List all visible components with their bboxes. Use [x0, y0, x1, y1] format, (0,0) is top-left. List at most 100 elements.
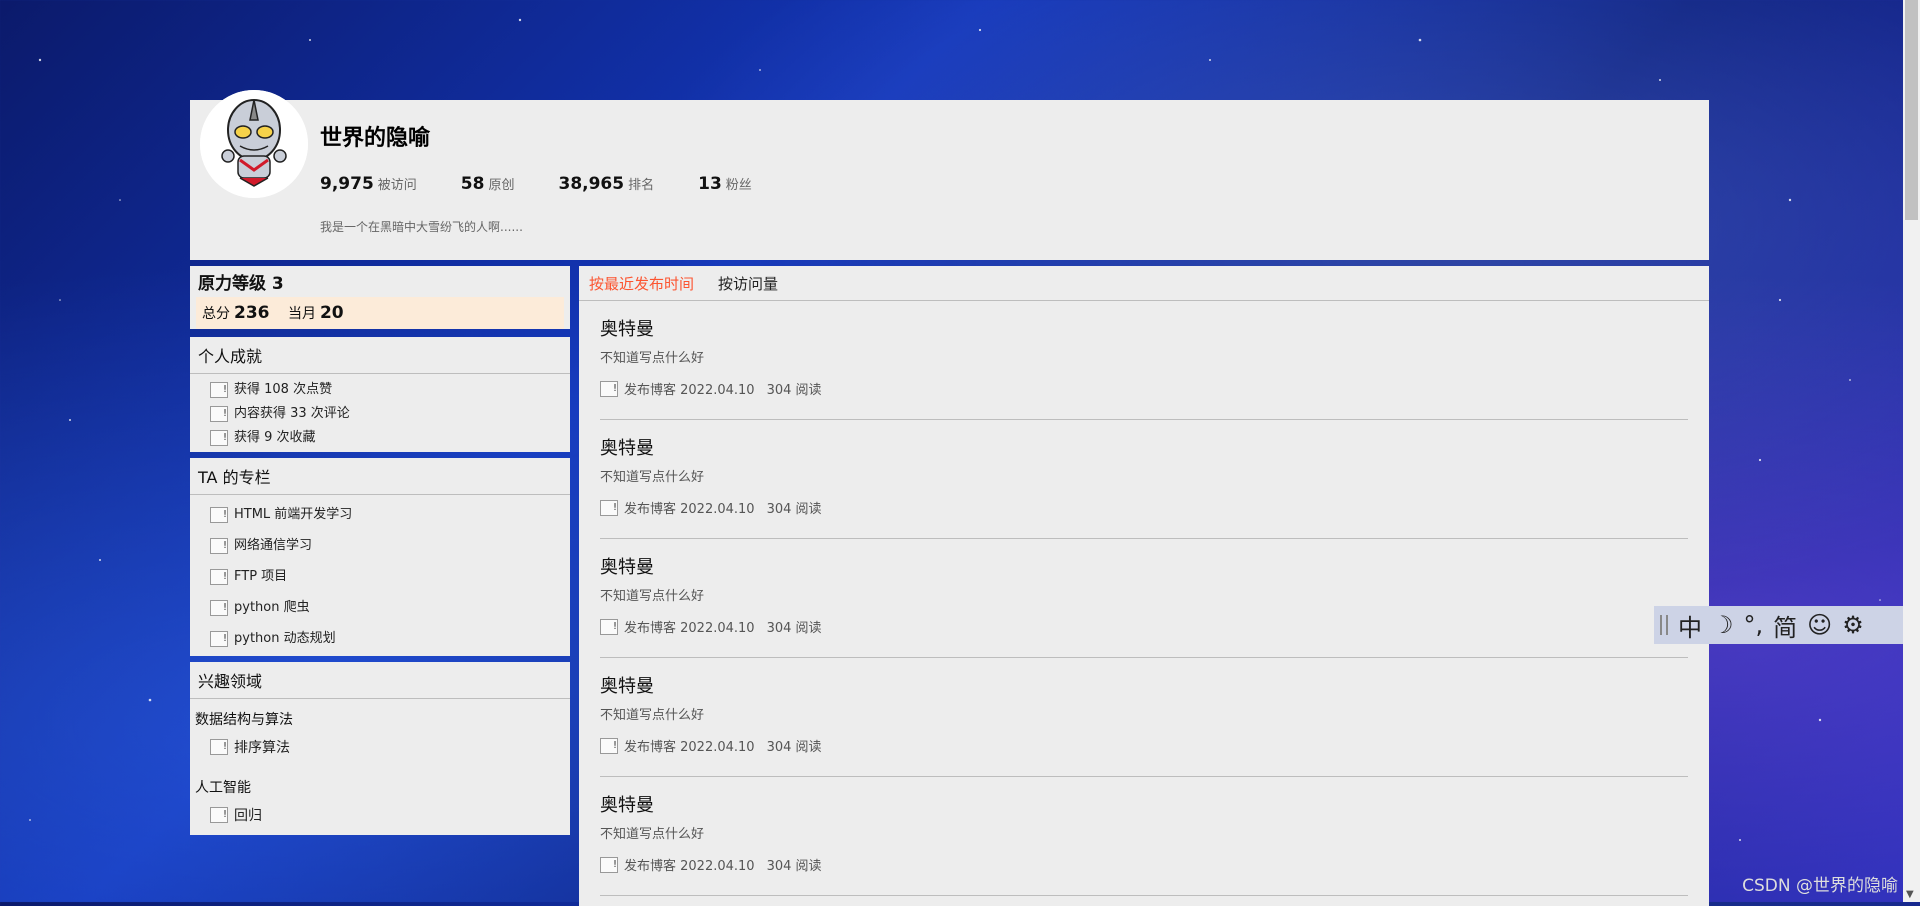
stat-rank[interactable]: 38,965 排名: [558, 174, 654, 194]
total-score-value: 236: [234, 303, 270, 323]
ime-toolbar: 中 ☽ °, 简 ☺ ⚙: [1654, 606, 1920, 644]
moon-icon[interactable]: ☽: [1712, 611, 1734, 639]
post-title[interactable]: 奥特曼: [600, 434, 654, 460]
post-item[interactable]: 奥特曼 不知道写点什么好 ! 发布博客 2022.04.10 304 阅读: [600, 301, 1688, 420]
broken-image-icon: !: [600, 380, 618, 397]
stat-number: 13: [698, 174, 722, 194]
achievement-text: 内容获得 33 次评论: [234, 406, 350, 421]
post-title[interactable]: 奥特曼: [600, 553, 654, 579]
post-reads: 304 阅读: [766, 502, 822, 517]
interest-tag[interactable]: ! 回归: [190, 797, 570, 835]
interest-category: 数据结构与算法: [195, 712, 293, 728]
post-meta: ! 发布博客 2022.04.10 304 阅读: [600, 736, 822, 755]
list-item: ! 获得 9 次收藏: [210, 426, 570, 450]
post-reads: 304 阅读: [766, 383, 822, 398]
force-score-box: 总分 236 当月 20: [196, 297, 564, 329]
gear-icon[interactable]: ⚙: [1842, 611, 1864, 639]
post-title[interactable]: 奥特曼: [600, 315, 654, 341]
stat-visits[interactable]: 9,975 被访问: [320, 174, 417, 194]
post-meta: ! 发布博客 2022.04.10 304 阅读: [600, 498, 822, 517]
post-date: 发布博客 2022.04.10: [624, 859, 755, 874]
achievements-list: ! 获得 108 次点赞 ! 内容获得 33 次评论 ! 获得 9 次收藏: [190, 374, 570, 452]
post-reads: 304 阅读: [766, 621, 822, 636]
broken-image-icon: !: [210, 630, 228, 647]
post-item[interactable]: 奥特曼 不知道写点什么好 ! 发布博客 2022.04.10 304 阅读: [600, 539, 1688, 658]
post-meta: ! 发布博客 2022.04.10 304 阅读: [600, 855, 822, 874]
post-desc: 不知道写点什么好: [600, 589, 705, 604]
columns-list: ! HTML 前端开发学习 ! 网络通信学习 ! FTP 项目 ! python 爬虫 …: [190, 495, 570, 656]
broken-image-icon: !: [600, 499, 618, 516]
list-item: ! 获得 108 次点赞: [210, 378, 570, 402]
post-date: 发布博客 2022.04.10: [624, 383, 755, 398]
interests-card: 兴趣领域 数据结构与算法 ! 排序算法 人工智能 ! 回归: [190, 662, 570, 835]
stat-number: 9,975: [320, 174, 374, 194]
post-meta: ! 发布博客 2022.04.10 304 阅读: [600, 617, 822, 636]
column-link[interactable]: ! python 动态规划: [210, 623, 570, 654]
ime-chinese-mode-button[interactable]: 中: [1678, 608, 1702, 643]
column-label: FTP 项目: [234, 569, 288, 584]
interest-label: 回归: [234, 808, 262, 824]
broken-image-icon: !: [210, 430, 228, 446]
profile-stats: 9,975 被访问 58 原创 38,965 排名 13 粉丝: [320, 174, 796, 194]
sidebar: 原力等级 3 总分 236 当月 20 个人成就 ! 获得 108 次点赞 ! 内容获得…: [190, 266, 570, 841]
force-level-card: 原力等级 3 总分 236 当月 20: [190, 266, 570, 329]
post-desc: 不知道写点什么好: [600, 708, 705, 723]
profile-header: 世界的隐喻 9,975 被访问 58 原创 38,965 排名 13 粉丝 我是一个在黑…: [190, 90, 1709, 260]
stat-label: 排名: [628, 178, 655, 193]
interest-category: 人工智能: [195, 780, 251, 796]
broken-image-icon: !: [210, 506, 228, 523]
simplified-mode-button[interactable]: 简: [1773, 608, 1797, 643]
achievements-title: 个人成就: [190, 337, 570, 374]
stat-original[interactable]: 58 原创: [461, 174, 515, 194]
column-link[interactable]: ! python 爬虫: [210, 592, 570, 623]
column-link[interactable]: ! 网络通信学习: [210, 530, 570, 561]
page-scrollbar[interactable]: ▼: [1903, 0, 1920, 902]
post-title[interactable]: 奥特曼: [600, 791, 654, 817]
post-item[interactable]: 奥特曼 不知道写点什么好 ! 发布博客 2022.04.10 304 阅读: [600, 420, 1688, 539]
post-list: 奥特曼 不知道写点什么好 ! 发布博客 2022.04.10 304 阅读 奥特曼 …: [579, 301, 1709, 896]
post-desc: 不知道写点什么好: [600, 470, 705, 485]
interest-label: 排序算法: [234, 740, 290, 756]
post-item[interactable]: 奥特曼 不知道写点什么好 ! 发布博客 2022.04.10 304 阅读: [600, 658, 1688, 777]
stat-number: 58: [460, 174, 485, 194]
profile-bio: 我是一个在黑暗中大雪纷飞的人啊......: [320, 220, 523, 234]
broken-image-icon: !: [210, 739, 228, 755]
stat-label: 粉丝: [725, 178, 752, 193]
avatar[interactable]: [200, 90, 308, 198]
broken-image-icon: !: [210, 599, 228, 616]
post-date: 发布博客 2022.04.10: [624, 621, 755, 636]
achievements-card: 个人成就 ! 获得 108 次点赞 ! 内容获得 33 次评论 ! 获得 9 次收藏: [190, 337, 570, 452]
stat-label: 被访问: [377, 178, 417, 193]
sort-tabs: 按最近发布时间 按访问量: [579, 266, 1709, 301]
post-desc: 不知道写点什么好: [600, 827, 705, 842]
broken-image-icon: !: [600, 618, 618, 635]
post-item[interactable]: 奥特曼 不知道写点什么好 ! 发布博客 2022.04.10 304 阅读: [600, 777, 1688, 896]
post-date: 发布博客 2022.04.10: [624, 740, 755, 755]
tab-most-viewed[interactable]: 按访问量: [718, 273, 778, 294]
list-item: ! 内容获得 33 次评论: [210, 402, 570, 426]
broken-image-icon: !: [600, 737, 618, 754]
month-score-value: 20: [319, 303, 344, 323]
post-title[interactable]: 奥特曼: [600, 672, 654, 698]
post-reads: 304 阅读: [766, 859, 822, 874]
stat-label: 原创: [488, 178, 515, 193]
stat-fans[interactable]: 13 粉丝: [698, 174, 752, 194]
post-reads: 304 阅读: [766, 740, 822, 755]
total-score-label: 总分: [202, 306, 230, 322]
column-link[interactable]: ! FTP 项目: [210, 561, 570, 592]
profile-name: 世界的隐喻: [320, 126, 431, 151]
column-link[interactable]: ! HTML 前端开发学习: [210, 499, 570, 530]
scrollbar-thumb[interactable]: [1905, 0, 1918, 220]
scroll-down-arrow-icon[interactable]: ▼: [1906, 889, 1914, 900]
punctuation-mode-button[interactable]: °,: [1744, 611, 1764, 639]
achievement-text: 获得 108 次点赞: [234, 382, 333, 397]
columns-card: TA 的专栏 ! HTML 前端开发学习 ! 网络通信学习 ! FTP 项目 ! pyt…: [190, 458, 570, 656]
interest-tag[interactable]: ! 排序算法: [190, 729, 570, 767]
tab-latest[interactable]: 按最近发布时间: [589, 273, 694, 294]
drag-grip-icon[interactable]: [1660, 615, 1668, 635]
interests-title: 兴趣领域: [190, 662, 570, 699]
stat-number: 38,965: [558, 174, 625, 194]
broken-image-icon: !: [210, 537, 228, 554]
emoji-icon[interactable]: ☺: [1807, 611, 1832, 639]
columns-title: TA 的专栏: [190, 458, 570, 495]
